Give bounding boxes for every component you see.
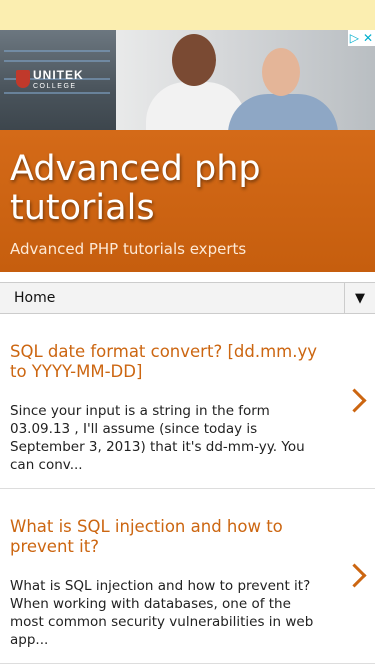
blog-title[interactable]: Advanced php tutorials — [10, 130, 365, 228]
page-nav: Home ▼ — [0, 282, 375, 314]
chevron-right-icon[interactable] — [342, 563, 367, 588]
blog-tagline: Advanced PHP tutorials experts — [10, 240, 247, 258]
adchoices-icon[interactable]: ▷ — [350, 30, 359, 46]
shield-icon — [16, 70, 30, 88]
ad-photo — [116, 30, 375, 130]
ad-banner[interactable]: UNITEK COLLEGE ▷ ✕ — [0, 30, 375, 130]
post-snippet: What is SQL injection and how to prevent… — [10, 578, 314, 648]
post-title[interactable]: SQL date format convert? [dd.mm.yy to YY… — [10, 342, 319, 382]
ad-controls: ▷ ✕ — [347, 30, 375, 46]
nav-home-link[interactable]: Home — [0, 283, 344, 313]
post-item[interactable]: What is SQL injection and how to prevent… — [0, 489, 375, 664]
notification-bar — [0, 0, 375, 30]
close-icon[interactable]: ✕ — [363, 30, 373, 46]
post-title[interactable]: What is SQL injection and how to prevent… — [10, 517, 319, 557]
chevron-right-icon[interactable] — [342, 388, 367, 413]
ad-logo: UNITEK COLLEGE — [16, 69, 84, 92]
post-item[interactable]: SQL date format convert? [dd.mm.yy to YY… — [0, 314, 375, 489]
post-snippet: Since your input is a string in the form… — [10, 403, 305, 473]
nav-dropdown-toggle[interactable]: ▼ — [344, 283, 375, 313]
chevron-down-icon: ▼ — [355, 290, 365, 306]
blog-header: Advanced php tutorials Advanced PHP tuto… — [0, 130, 375, 272]
